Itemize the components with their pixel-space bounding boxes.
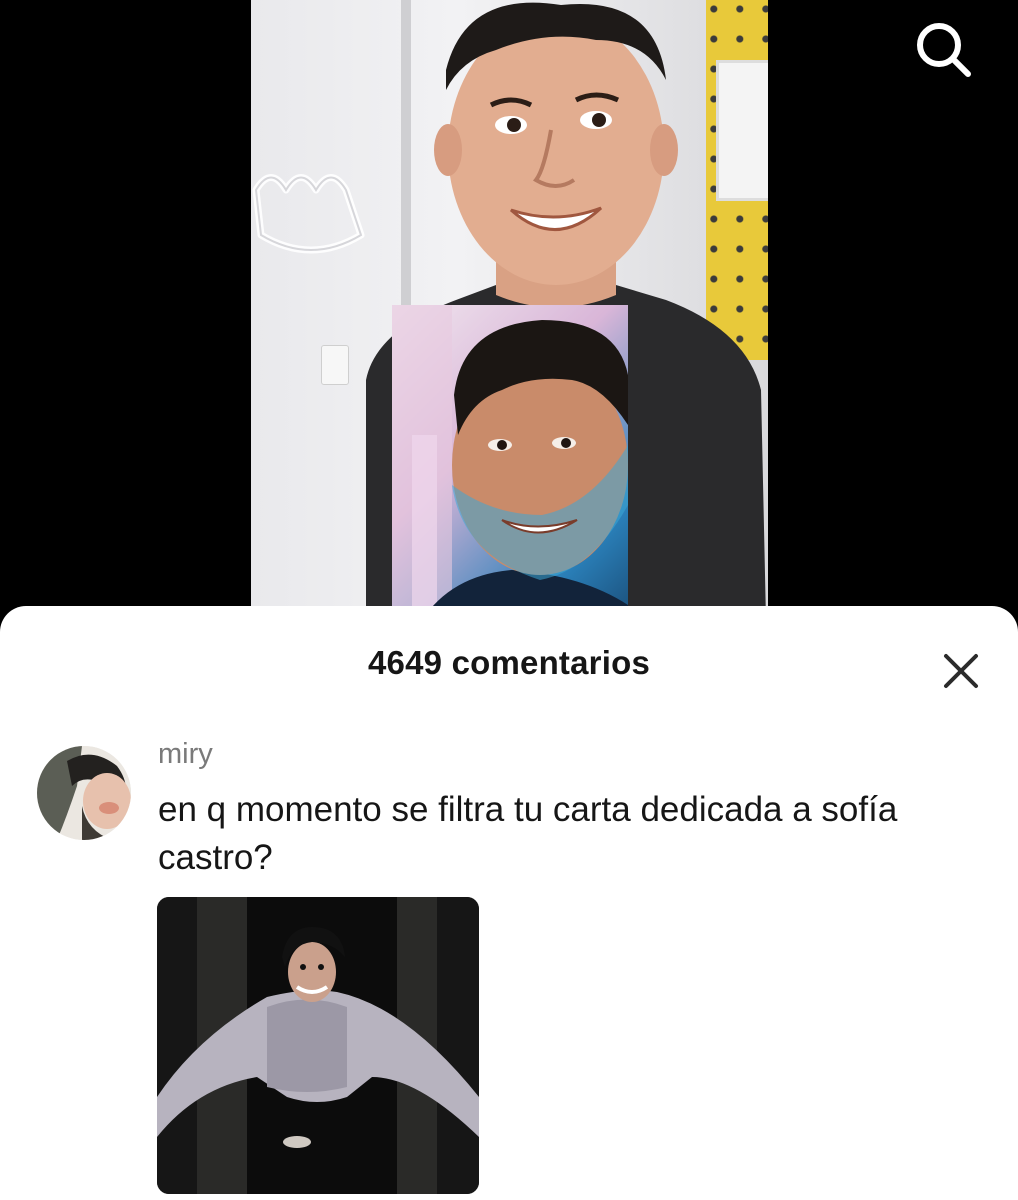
comment-username[interactable]: miry <box>158 738 213 771</box>
comments-sheet: 4649 comentarios miry en q momento se fi <box>0 606 1018 1200</box>
comments-count-title: 4649 comentarios <box>367 644 650 681</box>
search-button[interactable] <box>912 18 974 80</box>
pip-person <box>392 305 628 620</box>
close-icon <box>944 654 978 688</box>
close-button[interactable] <box>940 650 982 692</box>
avatar-image <box>37 746 131 840</box>
screen: 4649 comentarios miry en q momento se fi <box>0 0 1018 1200</box>
pip-video[interactable] <box>392 305 628 620</box>
light-switch <box>321 345 349 385</box>
avatar[interactable] <box>37 746 131 840</box>
comment-item: miry en q momento se filtra tu carta ded… <box>0 738 1018 1200</box>
comment-text: en q momento se filtra tu carta dedicada… <box>158 790 898 877</box>
search-icon <box>917 23 971 77</box>
video-player[interactable] <box>251 0 768 620</box>
comment-attached-image[interactable] <box>157 897 479 1194</box>
meme-image <box>157 897 479 1194</box>
